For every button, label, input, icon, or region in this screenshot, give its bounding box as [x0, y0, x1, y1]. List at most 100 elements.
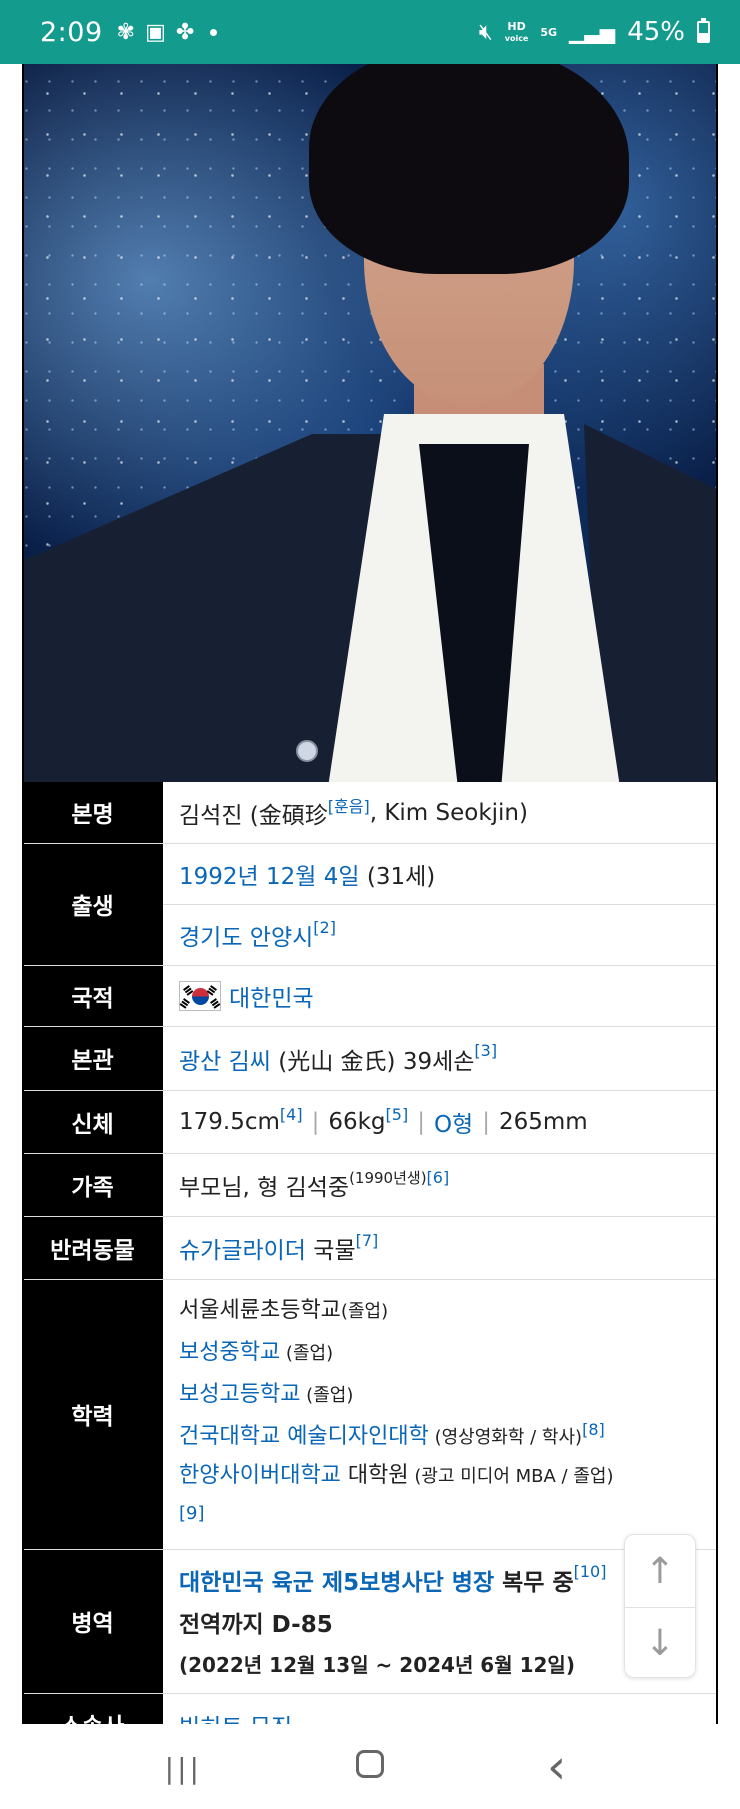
- school-extra: 대학원: [340, 1463, 409, 1488]
- blood-type-link[interactable]: O형: [434, 1105, 473, 1139]
- row-label: 본관: [24, 1027, 161, 1090]
- pet-text: 슈가글라이더 국물 [7]: [179, 1231, 700, 1265]
- notification-dot-icon: [210, 28, 218, 36]
- row-military: 병역 대한민국 육군 제5보병사단 병장 복무 중 [10] 전역까지 D-85 …: [24, 1550, 716, 1694]
- school-link[interactable]: 보성중학교: [179, 1340, 280, 1365]
- south-korea-flag-icon: [179, 981, 221, 1011]
- school-name: 서울세륜초등학교: [179, 1298, 341, 1323]
- birth-place-link[interactable]: 경기도 안양시: [179, 918, 313, 952]
- birth-date: 1992년 12월 4일 (31세): [163, 844, 716, 904]
- ref-link[interactable]: [6]: [427, 1168, 450, 1187]
- ref-link[interactable]: [3]: [474, 1041, 497, 1060]
- birth-date-link[interactable]: 1992년 12월 4일: [179, 857, 360, 891]
- ref-link[interactable]: [10]: [574, 1562, 607, 1581]
- scroll-up-button[interactable]: ↑: [625, 1535, 695, 1607]
- military-period: (2022년 12월 13일 ~ 2024년 6월 12일): [179, 1653, 575, 1677]
- separator: |: [482, 1109, 490, 1135]
- ref-link[interactable]: [훈음]: [328, 793, 370, 817]
- name-text: 김석진 (金碩珍 [훈음], Kim Seokjin): [179, 796, 700, 830]
- education-item: 서울세륜초등학교(졸업): [179, 1290, 700, 1332]
- separator: |: [417, 1109, 425, 1135]
- page-content[interactable]: 본명 김석진 (金碩珍 [훈음], Kim Seokjin) 출생 1992년 1…: [0, 64, 740, 1724]
- country-link[interactable]: 대한민국: [229, 979, 314, 1013]
- battery-percent: 45%: [627, 17, 685, 47]
- weight-text: 66kg: [328, 1109, 386, 1135]
- clan-link[interactable]: 광산 김씨: [179, 1042, 271, 1076]
- school-note: (광고 미디어 MBA / 졸업): [408, 1466, 614, 1487]
- flag-trigram: [210, 985, 217, 991]
- row-pet: 반려동물 슈가글라이더 국물 [7]: [24, 1217, 716, 1280]
- separator: |: [311, 1109, 320, 1135]
- 5g-icon: 5G: [540, 25, 558, 39]
- row-clan: 본관 광산 김씨 (光山 金氏) 39세손 [3]: [24, 1027, 716, 1091]
- military-countdown: 전역까지 D-85: [179, 1611, 333, 1638]
- ref-link[interactable]: [8]: [582, 1420, 605, 1439]
- school-link[interactable]: 한양사이버대학교: [179, 1463, 341, 1488]
- school-note: (졸업): [300, 1385, 354, 1406]
- row-label: 가족: [24, 1154, 161, 1216]
- row-label: 학력: [24, 1280, 161, 1549]
- row-birth: 출생 1992년 12월 4일 (31세) 경기도 안양시 [2]: [24, 844, 716, 966]
- row-label: 신체: [24, 1091, 161, 1153]
- row-family: 가족 부모님, 형 김석중 (1990년생) [6]: [24, 1154, 716, 1217]
- clan-text: 광산 김씨 (光山 金氏) 39세손 [3]: [179, 1041, 700, 1076]
- school-link[interactable]: 건국대학교 예술디자인대학: [179, 1424, 429, 1449]
- education-item: 한양사이버대학교 대학원 (광고 미디어 MBA / 졸업) [9]: [179, 1458, 700, 1532]
- row-name: 본명 김석진 (金碩珍 [훈음], Kim Seokjin): [24, 782, 716, 844]
- flag-trigram: [183, 985, 190, 991]
- ref-link[interactable]: [4]: [280, 1105, 303, 1124]
- home-button[interactable]: [330, 1747, 410, 1787]
- row-education: 학력 서울세륜초등학교(졸업) 보성중학교 (졸업) 보성고등학교 (졸업) 건…: [24, 1280, 716, 1550]
- gallery-icon: ▣: [145, 19, 166, 45]
- row-label: 소속사: [24, 1694, 161, 1724]
- row-nationality: 국적 대한민국: [24, 966, 716, 1027]
- hd-label: HD: [507, 19, 526, 33]
- recents-button[interactable]: |||: [143, 1747, 223, 1787]
- arrow-up-icon: ↑: [644, 1550, 676, 1592]
- recents-icon: |||: [164, 1751, 202, 1785]
- ref-link[interactable]: [2]: [313, 918, 336, 937]
- row-value: 광산 김씨 (光山 金氏) 39세손 [3]: [161, 1027, 716, 1090]
- flag-trigram: [183, 998, 190, 1004]
- education-item: 건국대학교 예술디자인대학 (영상영화학 / 학사)[8]: [179, 1416, 700, 1458]
- profile-infobox: 본명 김석진 (金碩珍 [훈음], Kim Seokjin) 출생 1992년 1…: [22, 64, 718, 1724]
- back-button[interactable]: ‹: [517, 1739, 597, 1795]
- row-body: 신체 179.5cm [4] | 66kg [5] | O형 | 265mm: [24, 1091, 716, 1154]
- scroll-down-button[interactable]: ↓: [625, 1607, 695, 1679]
- school-note: (영상영화학 / 학사): [428, 1427, 583, 1448]
- ref-link[interactable]: [5]: [386, 1105, 409, 1124]
- education-list: 서울세륜초등학교(졸업) 보성중학교 (졸업) 보성고등학교 (졸업) 건국대학…: [179, 1290, 700, 1532]
- shoe-size-text: 265mm: [498, 1109, 588, 1135]
- education-item: 보성중학교 (졸업): [179, 1332, 700, 1374]
- photo-button: [296, 740, 318, 762]
- row-value: 서울세륜초등학교(졸업) 보성중학교 (졸업) 보성고등학교 (졸업) 건국대학…: [161, 1280, 716, 1549]
- profile-photo[interactable]: [24, 64, 716, 782]
- arrow-down-icon: ↓: [644, 1623, 676, 1664]
- row-agency: 소속사 빅히트 뮤직: [24, 1694, 716, 1724]
- nationality-text: 대한민국: [179, 979, 700, 1013]
- agency-link[interactable]: 빅히트 뮤직: [179, 1708, 292, 1725]
- pet-link[interactable]: 슈가글라이더: [179, 1231, 306, 1265]
- school-note: (졸업): [280, 1343, 334, 1364]
- row-label: 반려동물: [24, 1217, 161, 1279]
- ref-link[interactable]: [9]: [179, 1503, 205, 1524]
- ref-link[interactable]: [7]: [356, 1231, 379, 1250]
- birth-place: 경기도 안양시 [2]: [163, 904, 716, 965]
- photo-hair: [309, 64, 629, 274]
- flag-taeguk: [192, 988, 209, 1005]
- row-value: 1992년 12월 4일 (31세) 경기도 안양시 [2]: [161, 844, 716, 965]
- hd-voice-icon: HD voice: [505, 21, 529, 44]
- name-english: , Kim Seokjin): [369, 799, 528, 826]
- family-text: 부모님, 형 김석중 (1990년생) [6]: [179, 1168, 700, 1202]
- military-unit: 대한민국 육군 제5보병사단 병장 복무 중 [10]: [179, 1559, 700, 1601]
- school-note: (졸업): [340, 1301, 389, 1322]
- battery-icon: [697, 18, 710, 43]
- military-status: 복무 중: [494, 1569, 574, 1596]
- back-icon: ‹: [547, 1738, 567, 1795]
- school-link[interactable]: 보성고등학교: [179, 1382, 300, 1407]
- row-value: 빅히트 뮤직: [161, 1694, 716, 1724]
- family-members: 부모님, 형 김석중: [179, 1175, 350, 1201]
- row-label: 국적: [24, 966, 161, 1026]
- military-unit-link[interactable]: 대한민국 육군 제5보병사단 병장: [179, 1563, 494, 1597]
- home-icon: [355, 1749, 384, 1778]
